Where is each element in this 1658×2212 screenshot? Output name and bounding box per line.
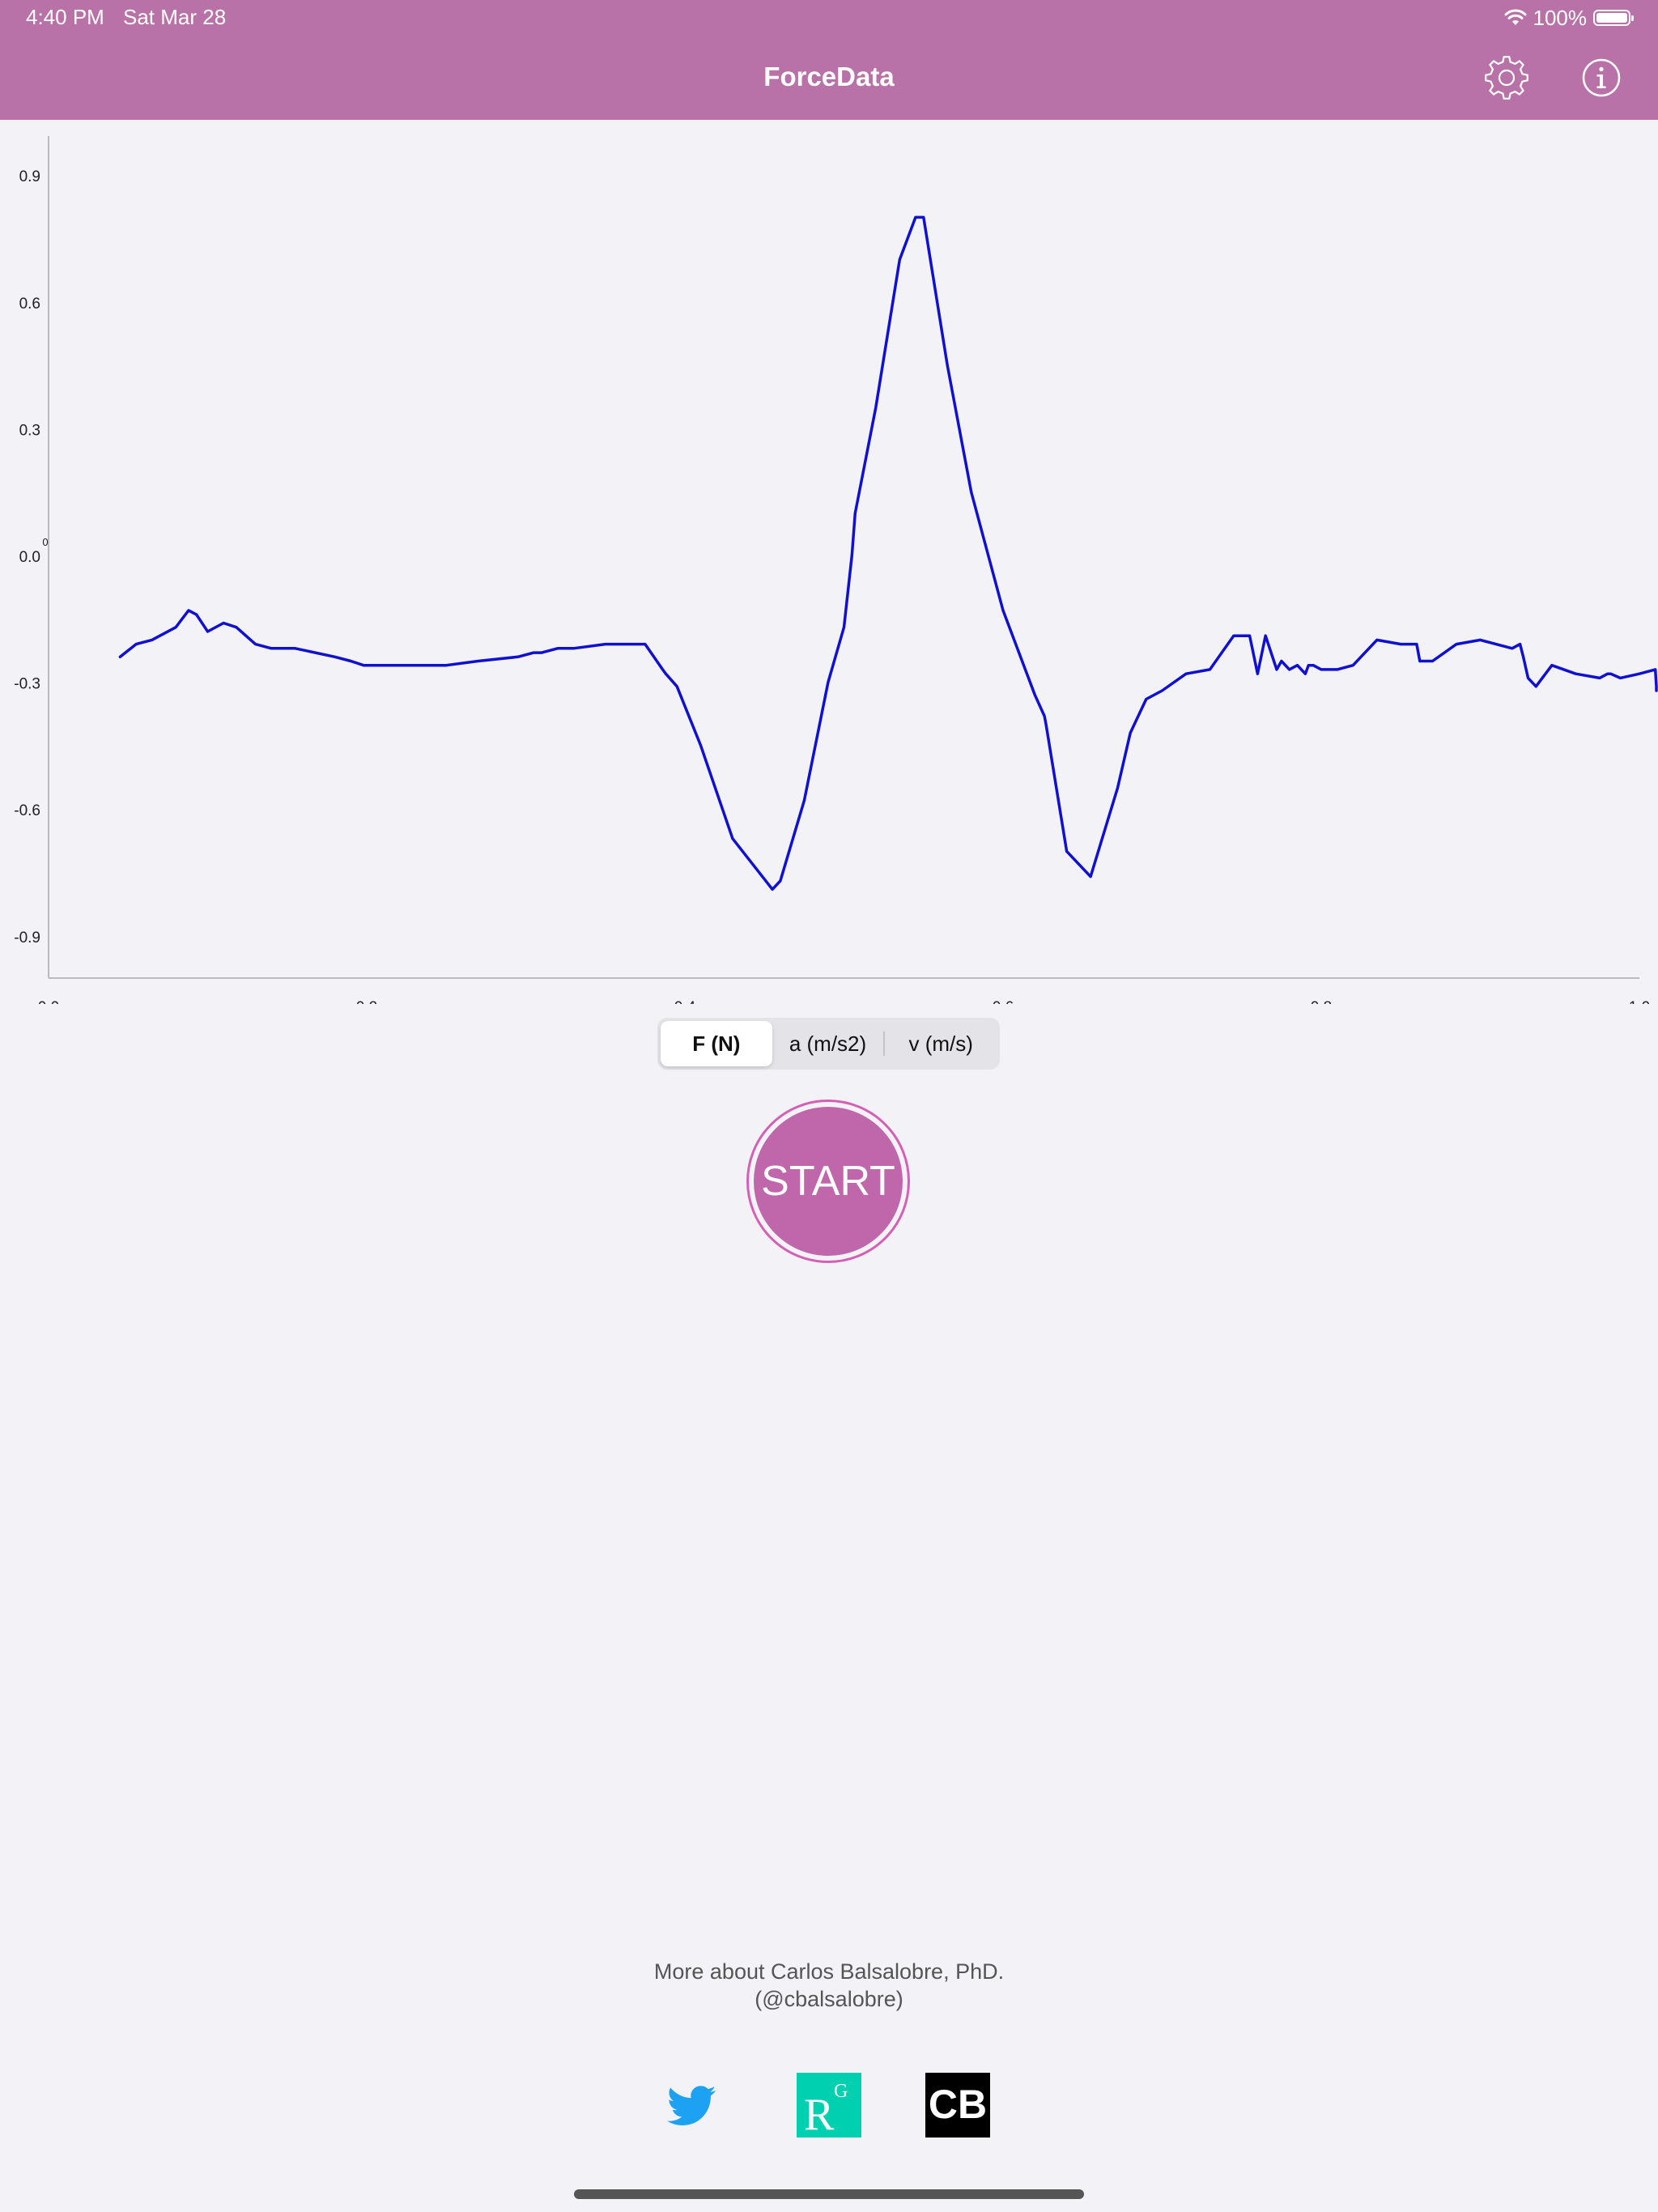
status-bar: 4:40 PM Sat Mar 28 100%: [0, 0, 1658, 36]
cb-website-button[interactable]: CB: [925, 2073, 990, 2138]
segment-velocity[interactable]: v (m/s): [885, 1021, 997, 1066]
researchgate-icon: R G: [804, 2081, 848, 2140]
axis-corner-label: 0: [42, 536, 48, 548]
twitter-icon: [667, 2086, 716, 2125]
y-tick-label: 0.9: [19, 168, 40, 185]
measure-segmented-control: F (N) a (m/s2) v (m/s): [657, 1018, 1000, 1070]
settings-button[interactable]: [1482, 53, 1531, 102]
force-series-line: [118, 215, 1658, 891]
battery-percent: 100%: [1533, 5, 1588, 30]
info-icon: [1582, 58, 1621, 97]
segment-force[interactable]: F (N): [661, 1021, 772, 1066]
info-button[interactable]: [1577, 53, 1626, 102]
page-title: ForceData: [763, 62, 895, 91]
x-tick-label: 1.0: [1629, 999, 1650, 1004]
x-tick-label: 0.4: [674, 999, 696, 1004]
author-link[interactable]: More about Carlos Balsalobre, PhD. (@cba…: [0, 1958, 1658, 2013]
twitter-button[interactable]: [659, 2073, 724, 2138]
status-time: 4:40 PM: [26, 5, 104, 29]
x-tick-label: 0.0: [38, 999, 59, 1004]
cb-logo-text: CB: [929, 2082, 987, 2127]
force-chart: 0.9 0.6 0.3 0.0 -0.3 -0.6 -0.9 0.0 0.2 0.4 0.6 0.8 1…: [14, 136, 1658, 1004]
nav-bar: ForceData: [0, 36, 1658, 120]
x-tick-label: 0.8: [1311, 999, 1332, 1004]
status-right: 100%: [1504, 5, 1634, 31]
home-indicator[interactable]: [574, 2189, 1084, 2199]
wifi-icon: [1504, 9, 1526, 25]
status-date: Sat Mar 28: [123, 5, 227, 29]
gear-icon: [1485, 56, 1528, 100]
y-tick-label: 0.3: [19, 422, 40, 439]
y-tick-label: -0.9: [14, 929, 40, 946]
researchgate-button[interactable]: R G: [797, 2073, 861, 2140]
y-tick-label: 0.6: [19, 296, 40, 313]
start-button[interactable]: START: [754, 1107, 903, 1256]
segment-acceleration[interactable]: a (m/s2): [772, 1021, 884, 1066]
researchgate-letter: R: [804, 2090, 835, 2138]
author-handle: (@cbalsalobre): [755, 1987, 903, 2011]
battery-icon: [1593, 10, 1634, 26]
author-text: More about Carlos Balsalobre, PhD.: [653, 1959, 1005, 1984]
y-tick-label: -0.6: [14, 802, 40, 819]
researchgate-superscript: G: [834, 2081, 848, 2102]
x-tick-label: 0.2: [356, 999, 377, 1004]
cb-logo-icon: CB: [929, 2082, 987, 2127]
y-tick-label: -0.3: [14, 676, 40, 693]
start-button-ring: START: [746, 1100, 910, 1263]
x-tick-label: 0.6: [993, 999, 1014, 1004]
y-tick-label: 0.0: [19, 549, 40, 566]
